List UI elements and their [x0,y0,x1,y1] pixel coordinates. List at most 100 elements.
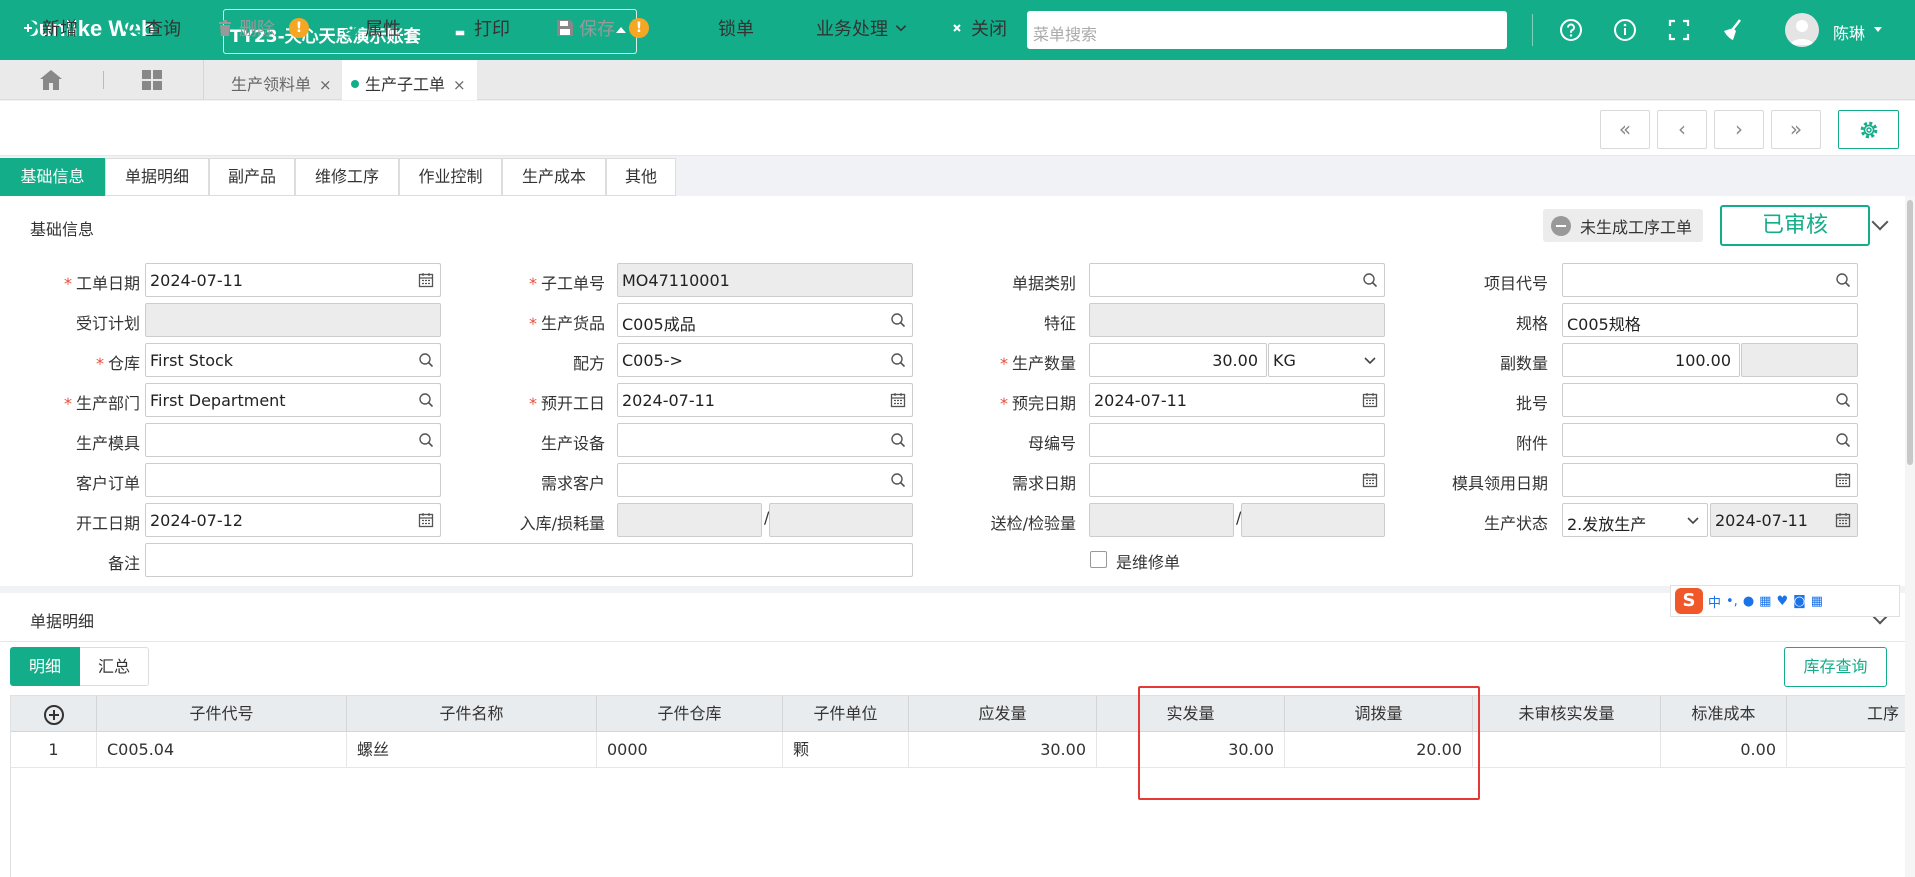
cell-process[interactable] [1787,732,1906,768]
tab-sub-work-order[interactable]: 生产子工单 × [342,60,477,100]
query-button[interactable]: 查询 [122,16,181,40]
stock-query-button[interactable]: 库存查询 [1784,647,1887,687]
apps-grid-icon[interactable] [140,68,164,92]
equipment-field[interactable] [617,423,913,457]
close-icon[interactable]: × [319,76,332,94]
prev-record-button[interactable]: ‹ [1657,110,1707,149]
batch-field[interactable] [1562,383,1858,417]
chevron-down-icon[interactable] [1874,27,1882,32]
attachment-field[interactable] [1562,423,1858,457]
product-field[interactable]: C005成品 [617,303,913,337]
game-icon[interactable]: ◙ [1793,594,1806,609]
plan-start-field[interactable]: 2024-07-11 [617,383,913,417]
help-icon[interactable] [1556,15,1586,45]
add-row-header[interactable] [11,696,97,732]
demand-cust-field[interactable] [617,463,913,497]
business-menu-button[interactable]: 业务处理 [793,16,913,40]
tab-job-control[interactable]: 作业控制 [399,158,502,196]
tab-material-requisition[interactable]: 生产领料单 × [204,60,342,100]
demand-date-field[interactable] [1089,463,1385,497]
cell-standard-cost[interactable]: 0.00 [1661,732,1787,768]
lock-button[interactable]: 锁单 [695,16,754,40]
column-header[interactable]: 应发量 [909,696,1097,732]
column-header[interactable]: 标准成本 [1661,696,1787,732]
column-header[interactable]: 工序 [1787,696,1906,732]
cust-order-field[interactable] [145,463,441,497]
column-header[interactable]: 子件仓库 [597,696,783,732]
plus-circle-icon[interactable] [43,704,64,725]
warning-icon[interactable]: ! [629,18,649,38]
home-icon[interactable] [36,68,66,92]
formula-field[interactable]: C005-> [617,343,913,377]
summary-view-button[interactable]: 汇总 [80,647,150,686]
cell-transfer-qty[interactable]: 20.00 [1285,732,1473,768]
repair-checkbox[interactable] [1090,551,1107,568]
column-header[interactable]: 未审核实发量 [1473,696,1661,732]
project-code-field[interactable] [1562,263,1858,297]
tab-doc-detail[interactable]: 单据明细 [105,158,209,196]
tab-production-cost[interactable]: 生产成本 [502,158,606,196]
detail-view-button[interactable]: 明细 [10,647,81,686]
label-plan-start: * 预开工日 [528,394,605,413]
warning-icon[interactable]: ! [289,18,309,38]
sub-qty-field[interactable]: 100.00 [1562,343,1740,377]
info-icon[interactable] [1610,15,1640,45]
new-button[interactable]: 新增 [19,16,78,40]
broom-icon[interactable] [1718,15,1748,45]
cell-unaudited-qty[interactable] [1473,732,1661,768]
parent-no-field[interactable] [1089,423,1385,457]
column-header[interactable]: 调拨量 [1285,696,1473,732]
mold-field[interactable] [145,423,441,457]
tab-byproduct[interactable]: 副产品 [209,158,295,196]
microphone-icon[interactable]: ● [1743,594,1754,609]
search-icon [1836,273,1851,288]
tab-repair-process[interactable]: 维修工序 [295,158,399,196]
close-icon[interactable]: × [453,76,466,94]
keyboard-icon[interactable]: ▦ [1759,594,1771,609]
fullscreen-icon[interactable] [1664,15,1694,45]
ime-toolbar[interactable]: S 中 •, ● ▦ ♥ ◙ ▦ [1670,585,1900,617]
close-button[interactable]: 关闭 [948,16,1007,40]
cell-part-warehouse[interactable]: 0000 [597,732,783,768]
warehouse-field[interactable]: First Stock [145,343,441,377]
grid-icon[interactable]: ▦ [1811,594,1823,609]
cell-should-qty[interactable]: 30.00 [909,732,1097,768]
spec-field[interactable]: C005规格 [1562,303,1858,337]
ime-punct[interactable]: •, [1726,594,1738,609]
work-date-field[interactable]: 2024-07-11 [145,263,441,297]
save-button[interactable]: 保存! [556,16,649,40]
print-button[interactable]: 打印 [451,16,510,40]
cell-part-name[interactable]: 螺丝 [347,732,597,768]
dept-field[interactable]: First Department [145,383,441,417]
delete-button[interactable]: 删除! [216,16,309,40]
start-date-field[interactable]: 2024-07-12 [145,503,441,537]
next-record-button[interactable]: › [1714,110,1764,149]
prod-status-select[interactable]: 2.发放生产 [1562,503,1708,537]
first-record-button[interactable]: « [1600,110,1650,149]
settings-button[interactable] [1838,110,1899,149]
remark-field[interactable] [145,543,913,577]
scrollbar-thumb[interactable] [1907,200,1913,465]
cell-part-unit[interactable]: 颗 [783,732,909,768]
plan-end-field[interactable]: 2024-07-11 [1089,383,1385,417]
last-record-button[interactable]: » [1771,110,1821,149]
mold-date-field[interactable] [1562,463,1858,497]
column-header[interactable]: 子件代号 [97,696,347,732]
avatar[interactable] [1785,13,1819,47]
column-header[interactable]: 实发量 [1097,696,1285,732]
column-header[interactable]: 子件单位 [783,696,909,732]
menu-search-input[interactable]: 菜单搜索 [1027,11,1507,49]
column-header[interactable]: 子件名称 [347,696,597,732]
skin-icon[interactable]: ♥ [1776,594,1788,609]
tab-basic-info[interactable]: 基础信息 [0,158,105,196]
ime-lang[interactable]: 中 [1708,592,1721,611]
query-label: 查询 [145,19,181,40]
prod-qty-field[interactable]: 30.00 [1089,343,1267,377]
cell-part-code[interactable]: C005.04 [97,732,347,768]
user-name[interactable]: 陈琳 [1833,20,1865,44]
cell-actual-qty[interactable]: 30.00 [1097,732,1285,768]
properties-button[interactable]: 属性 [342,16,401,40]
doc-type-field[interactable] [1089,263,1385,297]
tab-other[interactable]: 其他 [606,158,676,196]
unit-select[interactable]: KG [1268,343,1385,377]
